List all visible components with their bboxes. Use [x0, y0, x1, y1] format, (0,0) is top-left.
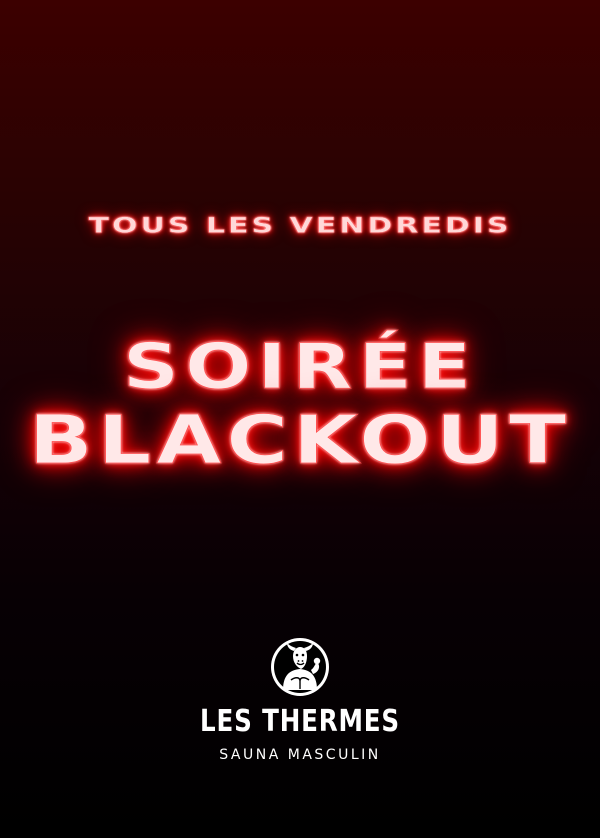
brand-logo — [0, 636, 600, 703]
bull-man-icon — [269, 636, 331, 698]
event-title-line-2: BLACKOUT — [28, 400, 572, 480]
brand-subtitle: SAUNA MASCULIN — [219, 747, 381, 763]
event-poster: TOUS LES VENDREDIS SOIRÉE BLACKOUT LES T… — [0, 0, 600, 838]
event-day-tagline: TOUS LES VENDREDIS — [88, 212, 512, 239]
event-title-line-1: SOIRÉE — [122, 331, 478, 403]
brand-name: LES THERMES — [200, 704, 400, 739]
